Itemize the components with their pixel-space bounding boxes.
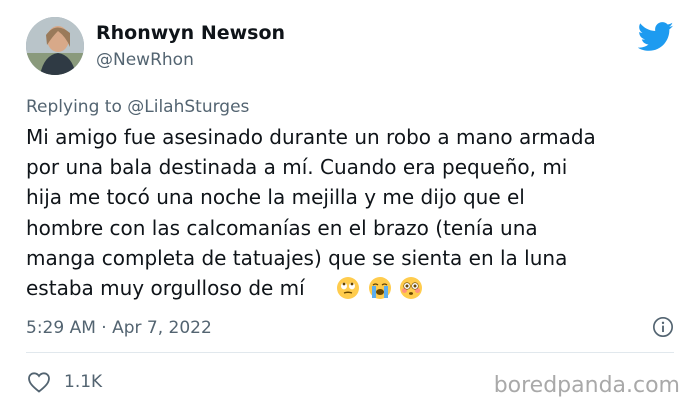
tweet-text-line: estaba muy orgulloso de mí <box>26 276 305 301</box>
like-count[interactable]: 1.1K <box>64 372 102 392</box>
tweet-text-last-line: estaba muy orgulloso de mí <box>26 273 656 303</box>
avatar[interactable] <box>26 17 84 75</box>
tweet-timestamp[interactable]: 5:29 AM · Apr 7, 2022 <box>26 318 212 338</box>
replying-to: Replying to @LilahSturges <box>26 97 249 117</box>
rolling-eyes-emoji-icon <box>337 277 360 300</box>
tweet-text-line: Mi amigo fue asesinado durante un robo a… <box>26 125 596 149</box>
replying-to-prefix: Replying to <box>26 97 122 117</box>
avatar-image <box>26 17 84 75</box>
replying-to-mention[interactable]: @LilahSturges <box>127 97 249 117</box>
loudly-crying-emoji-icon <box>368 277 391 300</box>
author-name[interactable]: Rhonwyn Newson <box>96 22 285 44</box>
divider <box>26 352 674 353</box>
twitter-bird-icon[interactable] <box>638 22 674 52</box>
like-heart-icon[interactable] <box>27 371 51 393</box>
tweet-text-line: hombre con las calcomanías en el brazo (… <box>26 215 538 240</box>
author-handle[interactable]: @NewRhon <box>96 50 194 70</box>
tweet-text-line: por una bala destinada a mí. Cuando era … <box>26 155 568 180</box>
tweet-text: Mi amigo fue asesinado durante un robo a… <box>26 122 656 303</box>
watermark: boredpanda.com <box>493 373 680 398</box>
tweet-text-line: hija me tocó una noche la mejilla y me d… <box>26 185 525 210</box>
info-icon[interactable] <box>652 316 674 338</box>
flushed-emoji-icon <box>400 277 423 300</box>
tweet-text-line: manga completa de tatuajes) que se sient… <box>26 245 568 270</box>
